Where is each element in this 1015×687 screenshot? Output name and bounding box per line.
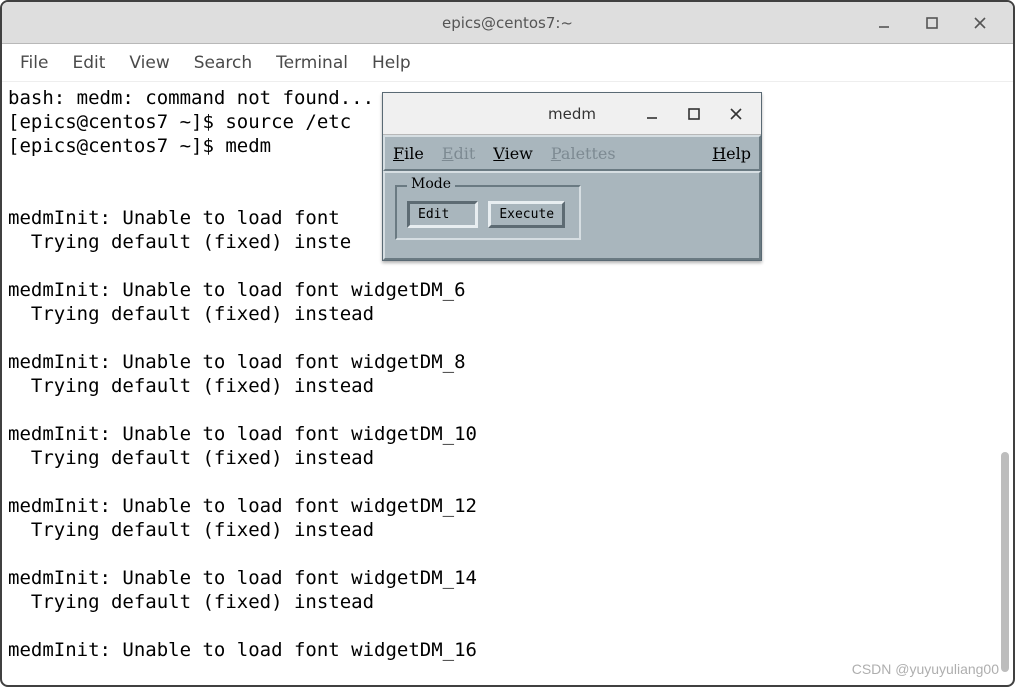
menu-search[interactable]: Search xyxy=(194,53,252,73)
terminal-scrollbar[interactable] xyxy=(1001,92,1009,681)
minimize-icon xyxy=(645,107,659,121)
mode-buttons: Edit Execute xyxy=(407,201,569,228)
medm-menu-view[interactable]: View xyxy=(493,144,533,163)
close-icon xyxy=(973,16,987,30)
menu-help[interactable]: Help xyxy=(372,53,411,73)
mode-frame: Mode Edit Execute xyxy=(395,185,581,240)
medm-title-text: medm xyxy=(548,105,596,123)
medm-menubar: File Edit View Palettes Help xyxy=(383,135,761,171)
close-icon xyxy=(729,107,743,121)
medm-body: Mode Edit Execute xyxy=(383,171,761,260)
medm-titlebar: medm xyxy=(383,93,761,135)
mode-execute-button[interactable]: Execute xyxy=(488,201,565,228)
maximize-button[interactable] xyxy=(919,10,945,36)
scrollbar-thumb[interactable] xyxy=(1001,452,1009,672)
menu-view[interactable]: View xyxy=(129,53,169,73)
menu-edit[interactable]: Edit xyxy=(72,53,105,73)
close-button[interactable] xyxy=(967,10,993,36)
medm-maximize-button[interactable] xyxy=(681,101,707,127)
medm-menu-help[interactable]: Help xyxy=(712,144,751,163)
watermark: CSDN @yuyuyuliang00 xyxy=(852,661,999,677)
maximize-icon xyxy=(925,16,939,30)
menu-file[interactable]: File xyxy=(20,53,48,73)
mode-edit-button[interactable]: Edit xyxy=(407,201,478,228)
medm-menu-file[interactable]: File xyxy=(393,144,424,163)
terminal-titlebar: epics@centos7:~ xyxy=(2,2,1013,44)
terminal-window-controls xyxy=(871,2,1005,43)
terminal-menubar: File Edit View Search Terminal Help xyxy=(2,44,1013,82)
mode-legend: Mode xyxy=(407,176,455,192)
medm-close-button[interactable] xyxy=(723,101,749,127)
terminal-title: epics@centos7:~ xyxy=(442,14,573,32)
medm-menu-palettes[interactable]: Palettes xyxy=(551,144,616,163)
medm-menu-edit[interactable]: Edit xyxy=(442,144,475,163)
medm-window: medm File Edit View Palettes Help Mode E… xyxy=(382,92,762,261)
menu-terminal[interactable]: Terminal xyxy=(276,53,348,73)
minimize-icon xyxy=(877,16,891,30)
medm-minimize-button[interactable] xyxy=(639,101,665,127)
medm-window-controls xyxy=(639,93,755,134)
maximize-icon xyxy=(687,107,701,121)
minimize-button[interactable] xyxy=(871,10,897,36)
